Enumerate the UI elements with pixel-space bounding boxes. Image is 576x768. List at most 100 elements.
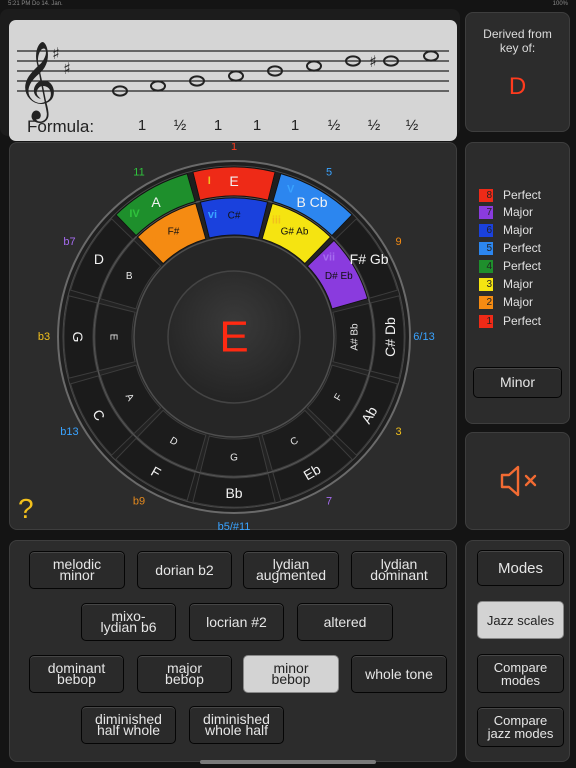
minor-button[interactable]: Minor — [473, 367, 562, 398]
inner-note-label: F# — [168, 227, 180, 238]
scale-button[interactable]: dorian b2 — [137, 551, 232, 589]
legend-swatch: 1 — [479, 315, 493, 328]
scale-button[interactable]: dominant bebop — [29, 655, 124, 693]
outer-note-label: D — [94, 251, 104, 267]
legend-swatch: 3 — [479, 278, 493, 291]
outer-note-label: G — [70, 332, 86, 343]
legend-swatch: 8 — [479, 189, 493, 202]
interval-label: b7 — [63, 236, 75, 248]
scale-button[interactable]: major bebop — [137, 655, 232, 693]
scale-label-1: whole tone — [365, 665, 433, 682]
interval-label: b5/#11 — [218, 521, 251, 531]
legend-label: Major — [503, 223, 534, 237]
status-bar: 5:21 PM Do 14. Jan. 100% — [0, 0, 576, 9]
scale-button[interactable]: mixo-lydian b6 — [81, 603, 176, 641]
status-battery: 100% — [552, 1, 568, 7]
outer-note-label: E — [229, 173, 238, 189]
scale-button[interactable]: minor bebop — [243, 655, 339, 693]
derived-title-line2: key of: — [499, 41, 536, 55]
help-button[interactable]: ? — [18, 493, 34, 525]
scale-label-2: bebop — [57, 671, 96, 687]
scale-label-2: bebop — [271, 671, 311, 687]
interval-label: b3 — [38, 331, 50, 343]
scale-label-2: dominant — [370, 567, 428, 583]
note-sharp-icon: ♯ — [369, 52, 377, 71]
inner-note-label: E — [108, 334, 119, 341]
inner-note-label: C# — [228, 211, 241, 222]
speaker-muted-icon[interactable] — [496, 461, 544, 501]
compare-modes-label-1: Compare — [493, 659, 548, 675]
interval-label: 11 — [133, 166, 144, 178]
derived-title: Derived from key of: — [466, 27, 569, 55]
legend-label: Perfect — [503, 314, 542, 328]
legend-swatch: 2 — [479, 296, 493, 309]
degree-label: vi — [208, 209, 217, 221]
interval-label: b13 — [60, 426, 78, 438]
status-time: 5:21 PM Do 14. Jan. — [8, 1, 63, 7]
legend-swatch: 7 — [479, 206, 493, 219]
scale-label-2: half whole — [96, 722, 161, 738]
scale-label-2: minor — [59, 567, 95, 583]
outer-note-label: A — [151, 194, 161, 210]
scale-label-1: dorian b2 — [155, 561, 214, 578]
outer-note-label: C# Db — [382, 317, 398, 357]
modes-button[interactable]: Modes — [477, 550, 564, 586]
outer-note-label: F# Gb — [350, 251, 389, 267]
inner-note-label: A# Bb — [350, 323, 361, 351]
formula-step: 1 — [252, 117, 262, 134]
inner-note-label: B — [126, 271, 133, 282]
degree-label: ii — [151, 236, 157, 248]
scale-button[interactable]: lydian augmented — [243, 551, 339, 589]
compare-modes-button[interactable]: Compare modes — [477, 654, 564, 693]
interval-label: 7 — [326, 496, 332, 508]
inner-note-label: D# Eb — [325, 271, 353, 282]
formula-step: 1 — [137, 117, 147, 134]
interval-label: 1 — [231, 143, 237, 153]
sound-panel — [465, 432, 570, 530]
scale-label-2: bebop — [165, 671, 204, 687]
legend-label: Perfect — [503, 259, 542, 273]
sharp-c-icon: ♯ — [63, 59, 71, 78]
degree-label: IV — [129, 208, 140, 220]
legend-swatch: 4 — [479, 260, 493, 273]
staff-panel: 𝄞 ♯ ♯ ♯ Formula: 1 ½ 1 1 1 ½ ½ ½ — [0, 9, 460, 141]
scale-label-2: lydian b6 — [100, 619, 157, 635]
scale-label-1: altered — [323, 613, 367, 630]
interval-label: 6/13 — [413, 331, 434, 343]
inner-note-label: G — [230, 453, 238, 464]
formula-step: ½ — [173, 117, 187, 134]
legend-label: Major — [503, 295, 534, 309]
legend-label: Perfect — [503, 241, 542, 255]
derived-key-panel: Derived from key of: D — [465, 12, 570, 132]
scale-button[interactable]: diminished half whole — [81, 706, 176, 744]
compare-modes-label-2: modes — [500, 672, 541, 688]
compare-jazz-modes-button[interactable]: Compare jazz modes — [477, 707, 564, 747]
degree-label: V — [287, 183, 295, 195]
interval-label: 5 — [326, 166, 332, 178]
circle-of-fifths-panel: EB Cb F# Gb C# Db Ab Eb Bb F C G D A C# G# Ab D# Eb A#… — [9, 142, 458, 531]
interval-label: 9 — [395, 236, 401, 248]
scale-button[interactable]: locrian #2 — [189, 603, 284, 641]
formula-step: ½ — [327, 117, 341, 134]
formula-step: ½ — [367, 117, 381, 134]
scale-button[interactable]: melodic minor — [29, 551, 125, 589]
music-staff: 𝄞 ♯ ♯ ♯ Formula: 1 ½ 1 1 1 ½ ½ ½ — [9, 20, 457, 141]
scale-button[interactable]: lydian dominant — [351, 551, 447, 589]
formula-step: 1 — [290, 117, 300, 134]
outer-note-label: Bb — [225, 485, 242, 501]
interval-label: b9 — [133, 496, 145, 508]
scale-button[interactable]: altered — [297, 603, 393, 641]
home-indicator — [200, 760, 376, 764]
scale-button[interactable]: diminished whole half — [189, 706, 284, 744]
degree-label: vii — [323, 251, 335, 263]
derived-key: D — [508, 73, 527, 100]
derived-title-line1: Derived from — [483, 27, 552, 41]
degree-label: I — [208, 175, 211, 187]
formula-label: Formula: — [27, 117, 95, 136]
compare-jazz-label-2: jazz modes — [487, 726, 554, 741]
inner-note-label: G# Ab — [281, 227, 309, 238]
scale-button[interactable]: whole tone — [351, 655, 447, 693]
legend-swatch: 5 — [479, 242, 493, 255]
circle-of-fifths[interactable]: EB CbF# GbC# DbAbEbBbFCGDAC#G# AbD# EbA#… — [10, 143, 458, 531]
jazz-scales-button[interactable]: Jazz scales — [477, 601, 564, 639]
